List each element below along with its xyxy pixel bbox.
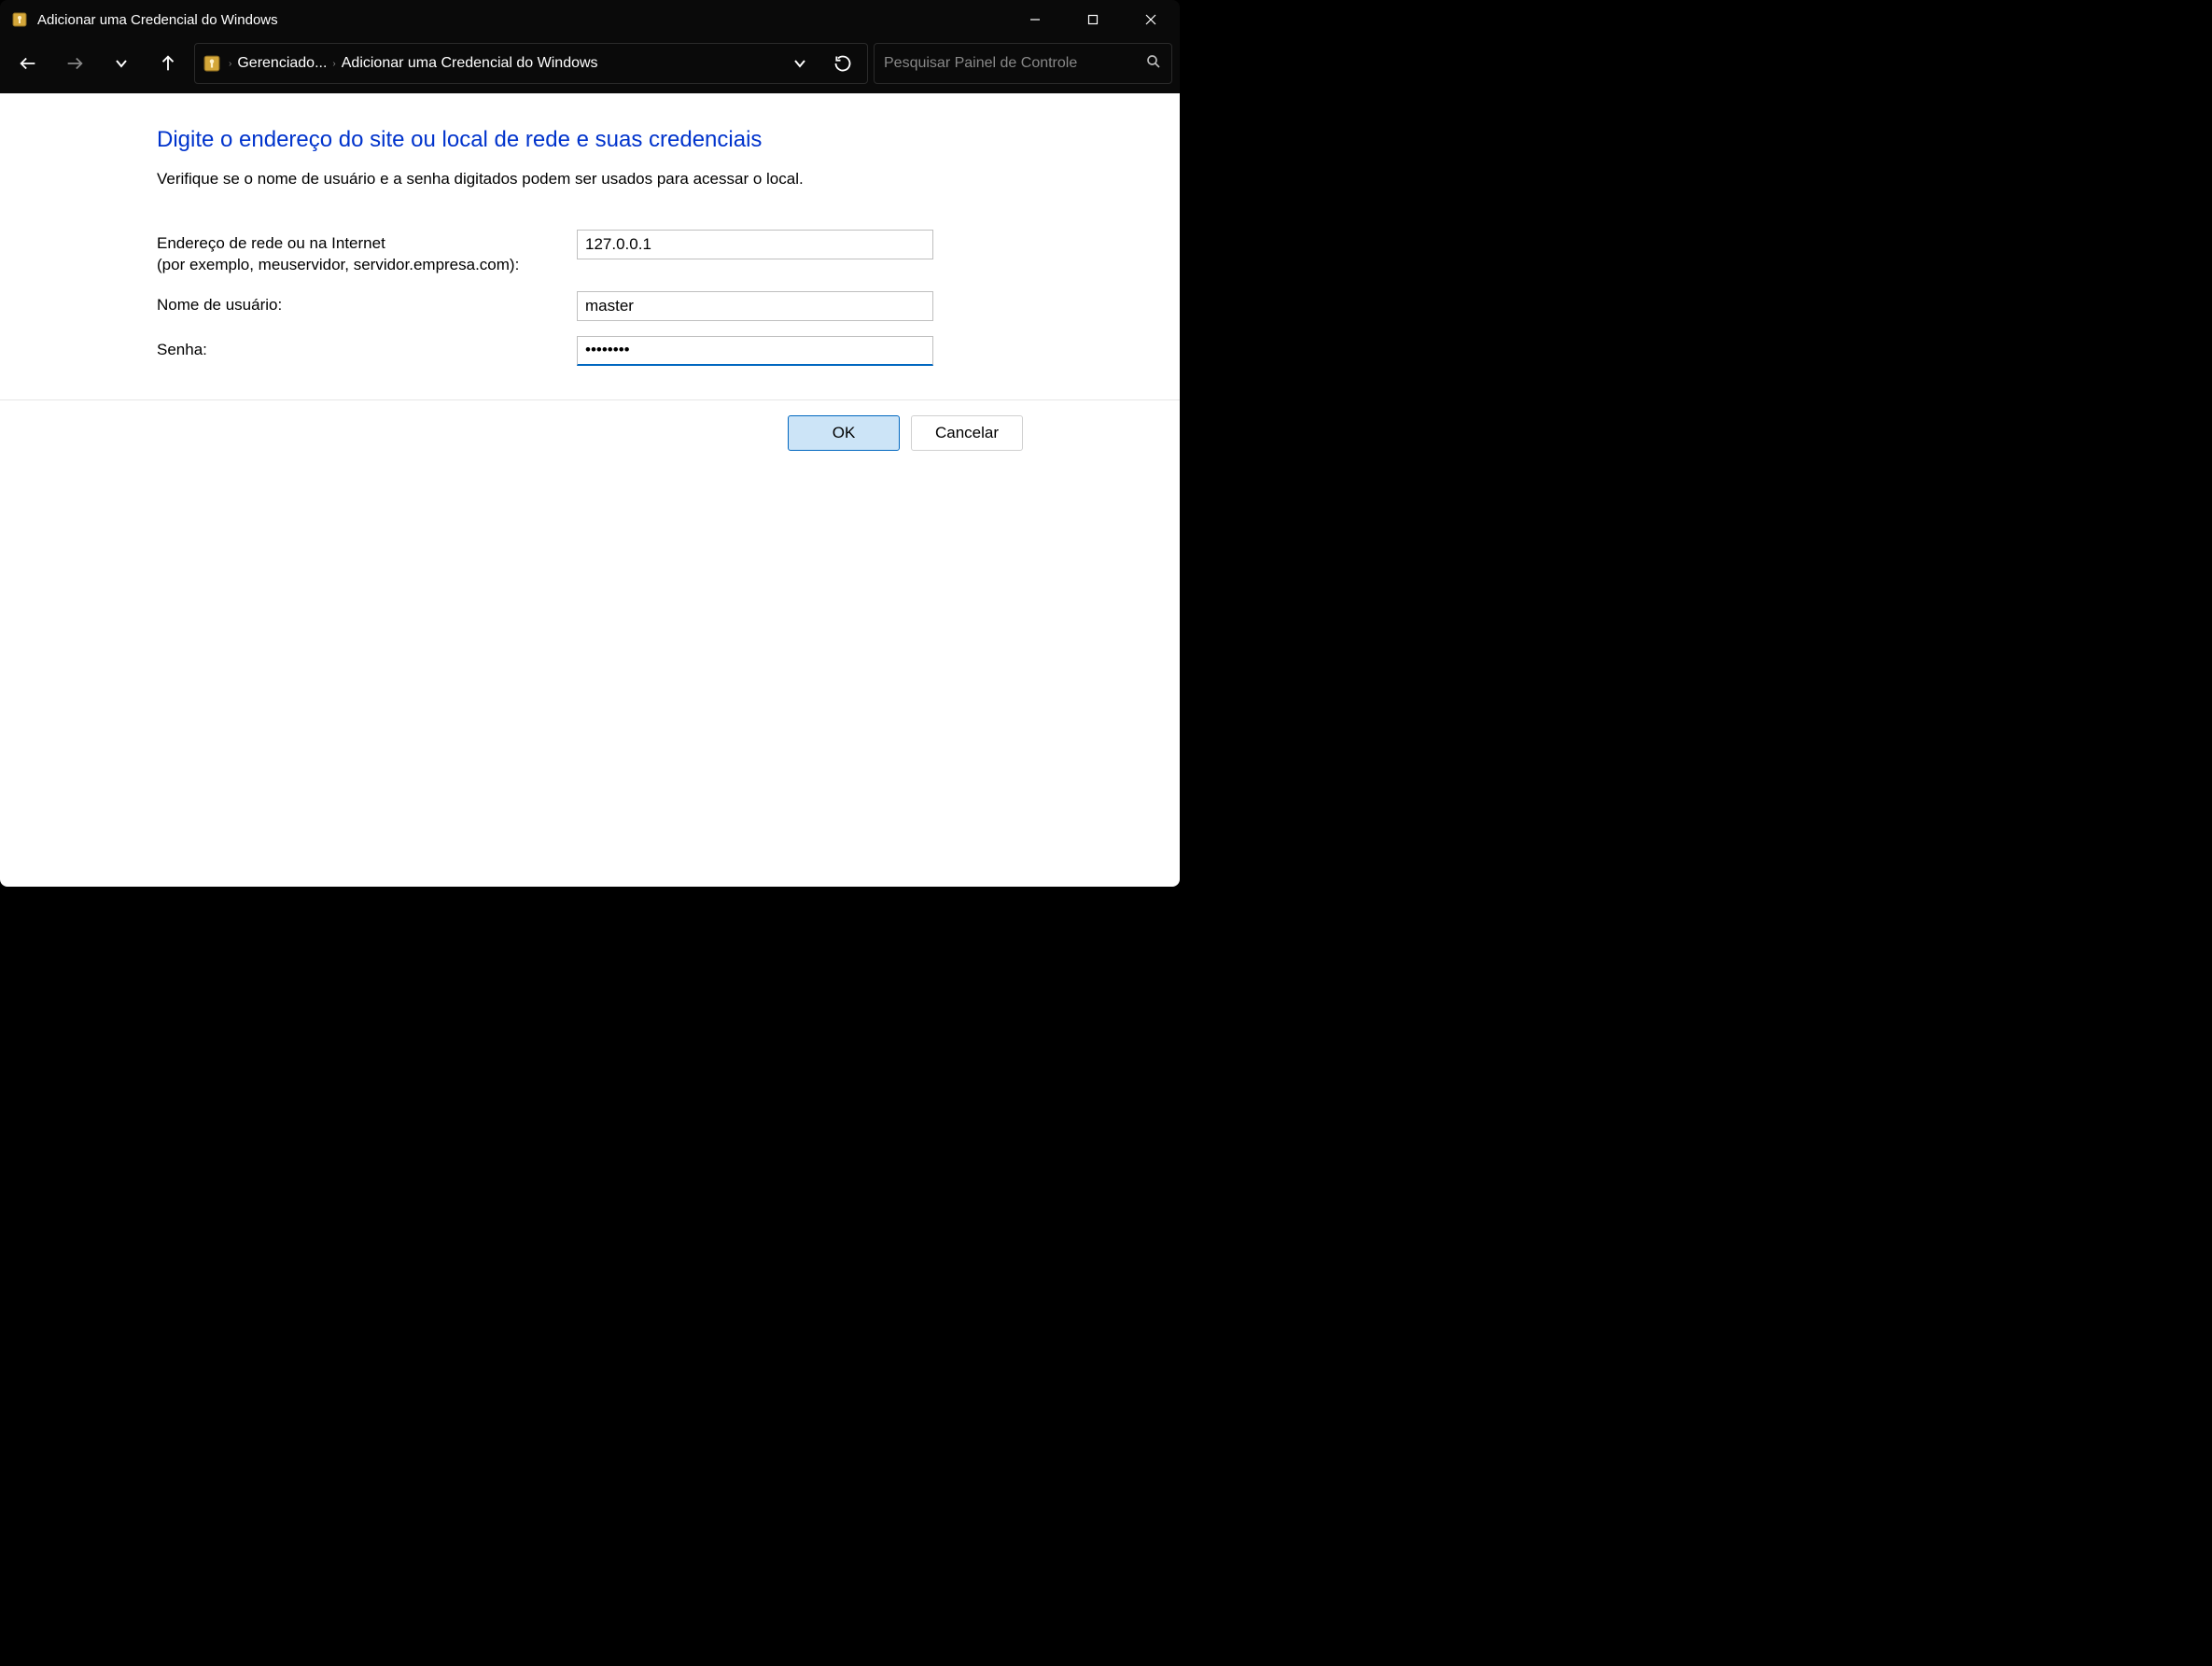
content-area: Digite o endereço do site ou local de re…	[0, 93, 1180, 887]
search-icon	[1145, 53, 1162, 75]
button-row: OK Cancelar	[0, 400, 1180, 451]
refresh-button[interactable]	[824, 45, 861, 82]
history-dropdown-button[interactable]	[781, 45, 819, 82]
up-button[interactable]	[147, 43, 189, 84]
navbar: › Gerenciado... › Adicionar uma Credenci…	[0, 39, 1180, 93]
chevron-right-icon: ›	[229, 59, 231, 69]
close-button[interactable]	[1122, 0, 1180, 39]
ok-button[interactable]: OK	[788, 415, 900, 451]
address-label-line1: Endereço de rede ou na Internet	[157, 234, 385, 252]
address-label: Endereço de rede ou na Internet (por exe…	[157, 230, 577, 276]
search-placeholder: Pesquisar Painel de Controle	[884, 55, 1145, 72]
username-input[interactable]	[577, 291, 933, 321]
window-title: Adicionar uma Credencial do Windows	[37, 12, 278, 28]
address-input[interactable]	[577, 230, 933, 259]
username-row: Nome de usuário:	[157, 291, 1142, 321]
cancel-button[interactable]: Cancelar	[911, 415, 1023, 451]
breadcrumb-current[interactable]: Adicionar uma Credencial do Windows	[342, 55, 598, 72]
search-box[interactable]: Pesquisar Painel de Controle	[874, 43, 1172, 84]
app-icon	[11, 11, 28, 28]
username-label: Nome de usuário:	[157, 291, 577, 316]
credential-form: Digite o endereço do site ou local de re…	[0, 127, 1180, 366]
address-bar[interactable]: › Gerenciado... › Adicionar uma Credenci…	[194, 43, 868, 84]
minimize-button[interactable]	[1006, 0, 1064, 39]
window: Adicionar uma Credencial do Windows	[0, 0, 1180, 887]
titlebar: Adicionar uma Credencial do Windows	[0, 0, 1180, 39]
location-icon	[201, 52, 223, 75]
page-heading: Digite o endereço do site ou local de re…	[157, 127, 1142, 153]
page-subtext: Verifique se o nome de usuário e a senha…	[157, 170, 1142, 189]
password-row: Senha:	[157, 336, 1142, 366]
window-controls	[1006, 0, 1180, 39]
forward-button[interactable]	[54, 43, 95, 84]
recent-locations-button[interactable]	[101, 43, 142, 84]
address-label-line2: (por exemplo, meuservidor, servidor.empr…	[157, 256, 519, 273]
maximize-button[interactable]	[1064, 0, 1122, 39]
chevron-right-icon: ›	[332, 59, 335, 69]
password-input[interactable]	[577, 336, 933, 366]
password-label: Senha:	[157, 336, 577, 361]
address-row: Endereço de rede ou na Internet (por exe…	[157, 230, 1142, 276]
breadcrumb-parent[interactable]: Gerenciado...	[237, 55, 327, 72]
back-button[interactable]	[7, 43, 49, 84]
